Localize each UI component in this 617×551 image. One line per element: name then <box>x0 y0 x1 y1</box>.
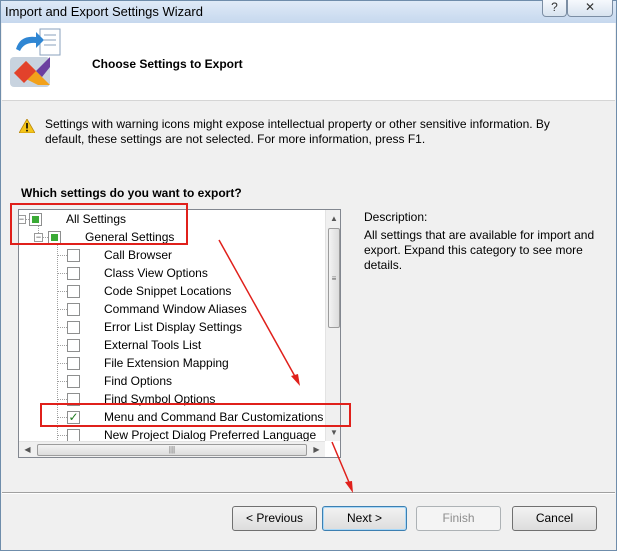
checked-checkbox-icon[interactable]: ✓ <box>67 411 80 424</box>
tree-item-label: Class View Options <box>104 266 208 280</box>
tree-item-label: Code Snippet Locations <box>104 284 232 298</box>
horizontal-scrollbar[interactable]: ◀ ||| ▶ <box>19 441 325 457</box>
item-checkbox[interactable] <box>67 393 80 406</box>
description-label: Description: <box>364 210 428 224</box>
tree-item-general-settings[interactable]: − General Settings <box>19 228 319 246</box>
scroll-left-arrow-icon[interactable]: ◀ <box>19 442 36 457</box>
tree-item-all-settings[interactable]: − All Settings <box>19 210 319 228</box>
previous-button[interactable]: < Previous <box>232 506 317 531</box>
item-checkbox[interactable] <box>67 303 80 316</box>
item-checkbox[interactable] <box>67 267 80 280</box>
horizontal-scroll-thumb[interactable]: ||| <box>37 444 307 456</box>
item-checkbox[interactable] <box>67 339 80 352</box>
tree-item-label: Find Symbol Options <box>104 392 216 406</box>
item-checkbox[interactable] <box>67 249 80 262</box>
warning-text: Settings with warning icons might expose… <box>45 117 550 146</box>
settings-question: Which settings do you want to export? <box>21 186 242 200</box>
item-checkbox[interactable] <box>67 357 80 370</box>
scroll-down-arrow-icon[interactable]: ▼ <box>326 424 340 441</box>
description-text: All settings that are available for impo… <box>364 228 595 272</box>
tree-item-error-list-display-settings[interactable]: Error List Display Settings <box>19 318 324 336</box>
title-bar[interactable]: Import and Export Settings Wizard ? ✕ <box>1 0 616 23</box>
wizard-window: Import and Export Settings Wizard ? ✕ Ch… <box>0 0 617 551</box>
all-settings-checkbox[interactable] <box>29 213 42 226</box>
tree-item-label: Call Browser <box>104 248 173 262</box>
item-checkbox[interactable] <box>67 285 80 298</box>
tree-item-command-window-aliases[interactable]: Command Window Aliases <box>19 300 324 318</box>
warning-icon <box>19 119 35 133</box>
general-settings-checkbox[interactable] <box>48 231 61 244</box>
tree-item-label: External Tools List <box>104 338 202 352</box>
tree-item-find-options[interactable]: Find Options <box>19 372 324 390</box>
tree-item-label: Command Window Aliases <box>104 302 247 316</box>
window-title: Import and Export Settings Wizard <box>5 4 203 19</box>
tree-item-label: Menu and Command Bar Customizations <box>104 410 324 424</box>
footer-separator <box>2 492 615 494</box>
tree-item-find-symbol-options[interactable]: Find Symbol Options <box>19 390 324 408</box>
help-button[interactable]: ? <box>542 0 567 17</box>
wizard-header: Choose Settings to Export <box>2 23 615 101</box>
collapse-icon[interactable]: − <box>19 215 26 224</box>
vertical-scroll-thumb[interactable]: ≡ <box>328 228 340 328</box>
tree-item-file-extension-mapping[interactable]: File Extension Mapping <box>19 354 324 372</box>
tree-item-label: All Settings <box>66 212 127 226</box>
tree-item-call-browser[interactable]: Call Browser <box>19 246 324 264</box>
tree-item-label: Error List Display Settings <box>104 320 243 334</box>
scroll-up-arrow-icon[interactable]: ▲ <box>326 210 340 227</box>
item-checkbox[interactable] <box>67 321 80 334</box>
page-title: Choose Settings to Export <box>92 57 243 71</box>
settings-tree[interactable]: − All Settings − General Settings Call B… <box>18 209 341 458</box>
tree-item-external-tools-list[interactable]: External Tools List <box>19 336 324 354</box>
scroll-right-arrow-icon[interactable]: ▶ <box>308 442 325 457</box>
tree-item-code-snippet-locations[interactable]: Code Snippet Locations <box>19 282 324 300</box>
collapse-icon[interactable]: − <box>34 233 43 242</box>
finish-button[interactable]: Finish <box>416 506 501 531</box>
cancel-button[interactable]: Cancel <box>512 506 597 531</box>
tree-item-label: File Extension Mapping <box>104 356 229 370</box>
tree-item-label: Find Options <box>104 374 173 388</box>
next-button[interactable]: Next > <box>322 506 407 531</box>
tree-item-class-view-options[interactable]: Class View Options <box>19 264 324 282</box>
item-checkbox[interactable] <box>67 375 80 388</box>
tree-item-menu-and-command-bar-customizations[interactable]: ✓ Menu and Command Bar Customizations <box>19 408 324 426</box>
close-button[interactable]: ✕ <box>567 0 613 17</box>
visual-studio-settings-icon <box>10 28 61 87</box>
vertical-scrollbar[interactable]: ▲ ≡ ▼ <box>325 210 340 441</box>
tree-item-label: General Settings <box>85 230 175 244</box>
